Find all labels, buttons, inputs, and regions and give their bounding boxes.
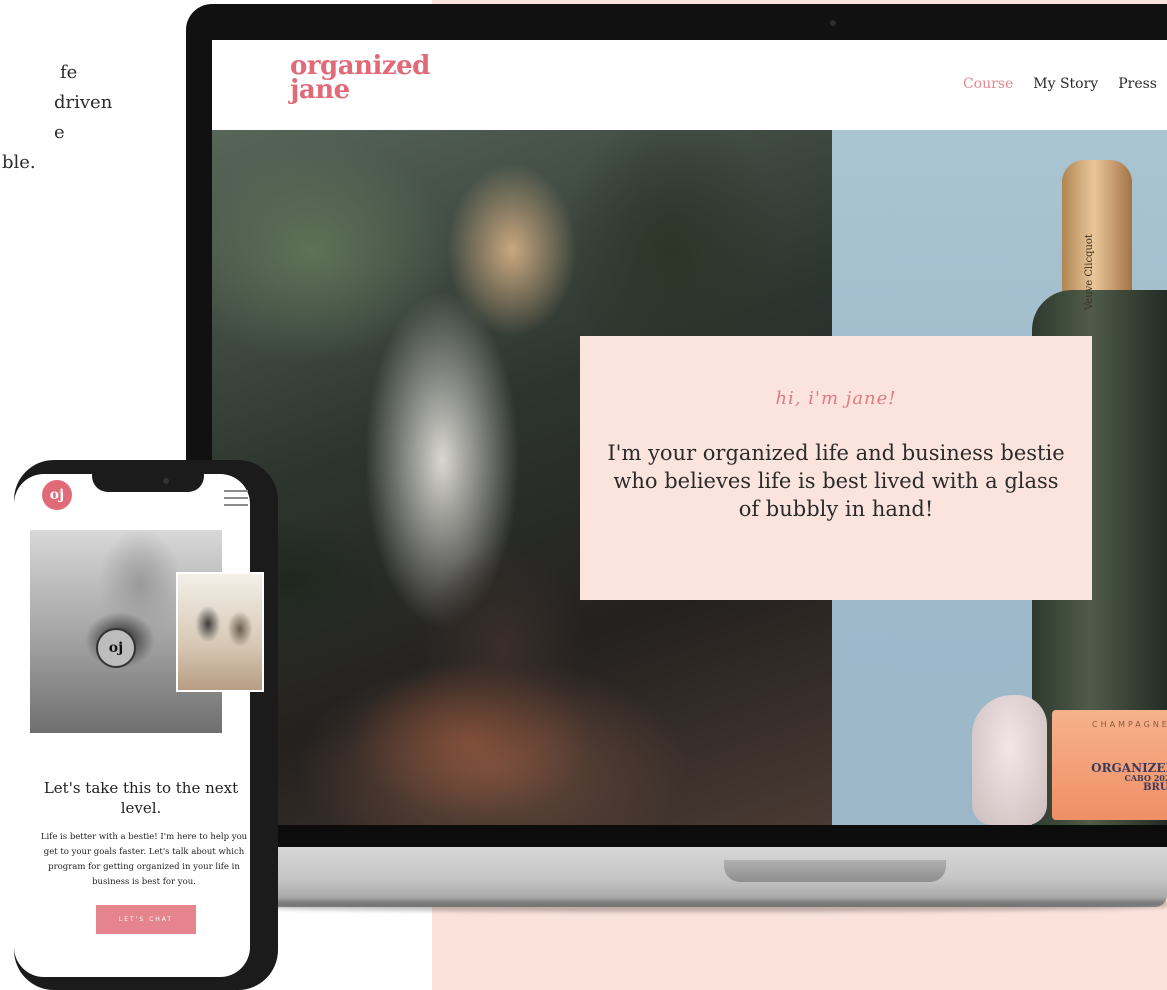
site-logo[interactable]: organized jane [290, 53, 430, 105]
hand-holding-bottle [972, 695, 1047, 825]
bottle-label: CHAMPAGNE ORGANIZED CABO 2021 BRUT [1052, 710, 1167, 820]
site-header: organized jane Course My Story Press [212, 40, 1167, 130]
main-nav: Course My Story Press [963, 76, 1157, 92]
left-copy-line: e [54, 122, 65, 143]
script-greeting: hi, i'm jane! [775, 388, 897, 409]
logo-line-2: jane [290, 75, 350, 105]
bottle-neck [1062, 160, 1132, 300]
left-copy-fragment: fe driven e ble. [0, 58, 120, 178]
nav-item-my-story[interactable]: My Story [1033, 76, 1098, 92]
laptop-shadow [230, 900, 1167, 912]
left-copy-line: driven [54, 92, 113, 113]
oj-monogram-icon[interactable]: oj [42, 480, 72, 510]
phone-body-text: Life is better with a bestie! I'm here t… [40, 832, 248, 887]
bottle-brand-text: Veuve Clicquot [1084, 234, 1095, 310]
bottle-label-line3: BRUT [1143, 782, 1167, 793]
bottle-label-text: ORGANIZED CABO 2021 BRUT [1060, 762, 1167, 793]
left-copy-line: ble. [2, 152, 36, 173]
bottle-label-champagne: CHAMPAGNE [1092, 720, 1167, 729]
intro-text: I'm your organized life and business bes… [607, 441, 1065, 521]
phone-camera [163, 478, 169, 484]
laptop-camera [830, 20, 836, 26]
phone-photo-meeting [176, 572, 264, 692]
nav-item-press[interactable]: Press [1118, 76, 1157, 92]
left-copy-line: fe [60, 62, 78, 83]
hero-section: Veuve Clicquot CHAMPAGNE ORGANIZED CABO … [212, 130, 1167, 825]
hamburger-icon[interactable] [224, 490, 248, 506]
organized-babe-badge: oj [96, 628, 136, 668]
phone-heading: Let's take this to the next level. [43, 779, 239, 817]
laptop-chin [212, 825, 1167, 847]
intro-card: hi, i'm jane! I'm your organized life an… [580, 336, 1092, 600]
phone-notch [92, 466, 204, 492]
nav-item-course[interactable]: Course [963, 76, 1013, 92]
laptop-base [198, 847, 1167, 907]
laptop-screen: organized jane Course My Story Press Veu… [212, 40, 1167, 825]
laptop-opening-notch [724, 860, 946, 882]
lets-chat-button[interactable]: LET'S CHAT [96, 905, 196, 934]
